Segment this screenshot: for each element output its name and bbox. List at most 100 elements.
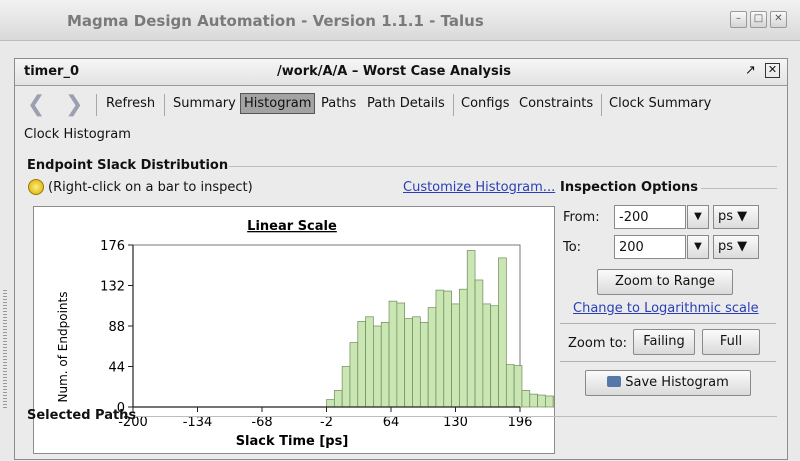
x-tick-label: 130: [443, 415, 468, 430]
y-tick-label: 176: [100, 239, 125, 254]
panel-title: /work/A/A – Worst Case Analysis: [277, 64, 511, 79]
customize-histogram-link[interactable]: Customize Histogram...: [403, 180, 555, 195]
x-tick-label: -2: [320, 415, 333, 430]
histogram-bar[interactable]: [498, 257, 507, 408]
histogram-bar[interactable]: [357, 321, 366, 408]
toolbar-separator: [453, 94, 454, 116]
plot-area: 04488132176-200 -134 -68 -2 64 130 196: [100, 239, 609, 430]
undock-icon[interactable]: ↗: [745, 63, 756, 78]
histogram-bar[interactable]: [466, 250, 476, 408]
to-unit-select[interactable]: ps ▼: [713, 235, 759, 259]
y-axis-label: Num. of Endpoints: [56, 292, 70, 403]
section-divider: [229, 166, 777, 167]
histogram-bar[interactable]: [326, 399, 335, 408]
histogram-bar[interactable]: [490, 305, 499, 408]
from-unit-value: ps: [718, 209, 734, 224]
hint-text: (Right-click on a bar to inspect): [48, 180, 253, 195]
x-tick-label: 64: [383, 415, 400, 430]
histogram-bar[interactable]: [537, 394, 546, 408]
window-titlebar: Magma Design Automation - Version 1.1.1 …: [0, 0, 800, 41]
histogram-bar[interactable]: [333, 390, 343, 408]
save-histogram-button[interactable]: Save Histogram: [585, 370, 751, 396]
panel-name: timer_0: [24, 64, 79, 79]
histogram-bar[interactable]: [505, 364, 515, 408]
options-divider: [560, 361, 776, 362]
zoom-to-range-button[interactable]: Zoom to Range: [597, 269, 733, 295]
options-divider: [560, 323, 776, 324]
histogram-bar[interactable]: [435, 289, 445, 408]
histogram-bar[interactable]: [404, 318, 413, 408]
chart-title: Linear Scale: [247, 219, 337, 234]
histogram-bar[interactable]: [365, 316, 374, 408]
histogram-bar[interactable]: [459, 288, 468, 408]
timer-panel: timer_0 /work/A/A – Worst Case Analysis …: [14, 58, 788, 460]
histogram-bar[interactable]: [443, 290, 452, 408]
from-dropdown-icon[interactable]: ▼: [687, 205, 709, 229]
to-input[interactable]: 200: [614, 235, 686, 259]
histogram-bar[interactable]: [521, 390, 531, 408]
histogram-bar[interactable]: [388, 300, 398, 408]
resize-grip[interactable]: [3, 290, 7, 410]
tab-constraints[interactable]: Constraints: [519, 96, 593, 111]
failing-button[interactable]: Failing: [633, 329, 695, 355]
histogram-bar[interactable]: [373, 325, 382, 408]
from-input[interactable]: -200: [614, 205, 686, 229]
tab-path-details[interactable]: Path Details: [367, 96, 445, 111]
x-tick-label: -134: [183, 415, 213, 430]
lightbulb-icon: [28, 179, 44, 195]
histogram-bar[interactable]: [545, 395, 554, 408]
tab-paths[interactable]: Paths: [321, 96, 356, 111]
tab-configs[interactable]: Configs: [461, 96, 509, 111]
refresh-button[interactable]: Refresh: [106, 96, 155, 111]
y-tick-label: 44: [108, 361, 125, 376]
toolbar-separator: [164, 94, 165, 116]
histogram-bar[interactable]: [396, 302, 406, 408]
x-axis-label: Slack Time [ps]: [236, 434, 349, 449]
log-scale-link[interactable]: Change to Logarithmic scale: [573, 301, 759, 316]
camera-icon: [607, 376, 622, 387]
back-arrow-icon[interactable]: ❮: [27, 92, 45, 117]
selected-paths-title: Selected Paths: [27, 408, 137, 423]
x-tick-label: -68: [251, 415, 272, 430]
section-divider: [135, 416, 777, 417]
window-title: Magma Design Automation - Version 1.1.1 …: [67, 12, 484, 30]
y-tick-label: 88: [108, 320, 125, 335]
minimize-icon[interactable]: –: [730, 11, 747, 28]
full-button[interactable]: Full: [702, 329, 760, 355]
histogram-bar[interactable]: [451, 303, 460, 408]
panel-close-icon[interactable]: ✕: [765, 63, 780, 78]
histogram-bar[interactable]: [552, 396, 562, 408]
histogram-bar[interactable]: [474, 279, 484, 408]
histogram-bar[interactable]: [349, 342, 359, 408]
distribution-title: Endpoint Slack Distribution: [27, 158, 229, 173]
histogram-bar[interactable]: [482, 303, 492, 408]
histogram-bar[interactable]: [427, 307, 437, 408]
x-tick-label: 196: [508, 415, 533, 430]
histogram-bar[interactable]: [529, 393, 538, 408]
from-unit-select[interactable]: ps ▼: [713, 205, 759, 229]
y-tick-label: 132: [100, 280, 125, 295]
toolbar-separator: [96, 94, 97, 116]
close-icon[interactable]: ✕: [770, 11, 787, 28]
histogram-bar[interactable]: [341, 366, 351, 408]
to-label: To:: [563, 240, 582, 255]
histogram-bar[interactable]: [412, 316, 421, 408]
histogram-bar[interactable]: [380, 321, 390, 408]
tab-histogram[interactable]: Histogram: [240, 93, 316, 114]
histogram-bar[interactable]: [513, 365, 523, 408]
forward-arrow-icon[interactable]: ❯: [65, 92, 83, 117]
section-divider: [701, 188, 777, 189]
save-histogram-label: Save Histogram: [625, 375, 729, 390]
tab-clock-summary[interactable]: Clock Summary: [609, 96, 711, 111]
panel-toolbar: ❮ ❯ Refresh Summary Histogram Paths Path…: [15, 87, 787, 142]
histogram-bar[interactable]: [419, 321, 429, 408]
tab-clock-histogram[interactable]: Clock Histogram: [24, 127, 131, 142]
toolbar-separator: [601, 94, 602, 116]
to-dropdown-icon[interactable]: ▼: [687, 235, 709, 259]
from-label: From:: [563, 210, 600, 225]
panel-header: timer_0 /work/A/A – Worst Case Analysis …: [15, 59, 787, 86]
to-unit-value: ps: [718, 239, 734, 254]
zoom-to-label: Zoom to:: [568, 336, 628, 351]
maximize-icon[interactable]: □: [750, 11, 767, 28]
tab-summary[interactable]: Summary: [173, 96, 236, 111]
